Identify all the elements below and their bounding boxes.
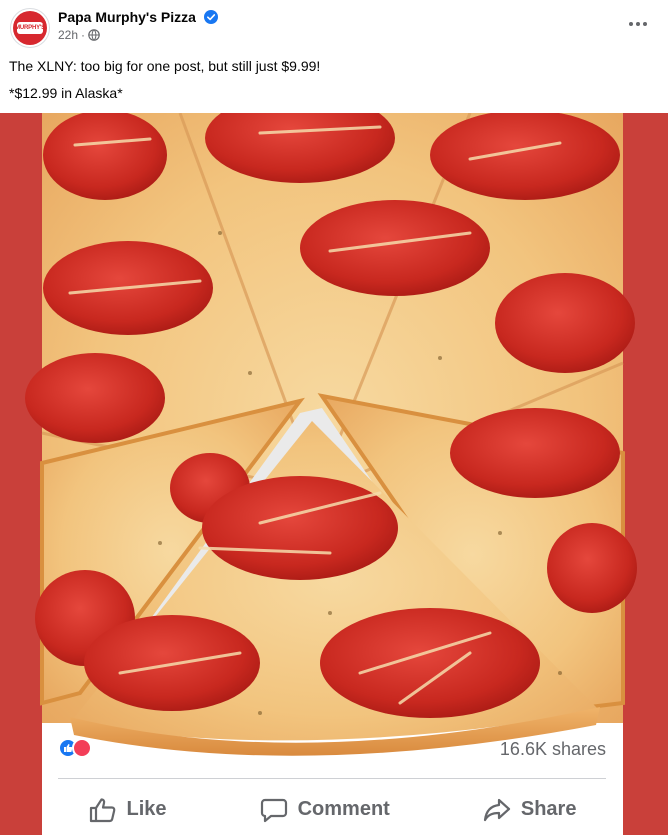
verified-badge-icon: [203, 10, 218, 24]
post-media[interactable]: 16.6K shares: [0, 113, 668, 835]
share-arrow-icon: [483, 798, 510, 821]
thumbs-up-icon: [89, 797, 115, 822]
post-timestamp[interactable]: 22h: [58, 28, 78, 42]
like-button[interactable]: Like: [75, 791, 181, 829]
meta-separator: ·: [81, 28, 86, 42]
pizza-image: [25, 113, 637, 756]
avatar[interactable]: MURPHY'S: [10, 8, 50, 48]
comment-button[interactable]: Comment: [246, 791, 404, 829]
post-caption: The XLNY: too big for one post, but stil…: [9, 58, 321, 74]
post-header: MURPHY'S Papa Murphy's Pizza 22h ·: [8, 6, 660, 48]
post-caption-note: *$12.99 in Alaska*: [9, 85, 123, 101]
share-button[interactable]: Share: [469, 791, 591, 829]
post-meta: 22h ·: [58, 28, 100, 42]
facebook-post: MURPHY'S Papa Murphy's Pizza 22h · The X…: [0, 0, 668, 835]
page-name[interactable]: Papa Murphy's Pizza: [58, 9, 218, 25]
comment-bubble-icon: [260, 798, 287, 822]
more-options-icon[interactable]: [622, 12, 654, 36]
share-label: Share: [520, 798, 577, 820]
brand-logo-icon: MURPHY'S: [13, 11, 47, 45]
comment-label: Comment: [297, 798, 390, 820]
globe-icon[interactable]: [88, 29, 100, 41]
like-label: Like: [126, 798, 167, 820]
post-action-bar: Like Comment Share: [42, 784, 623, 835]
